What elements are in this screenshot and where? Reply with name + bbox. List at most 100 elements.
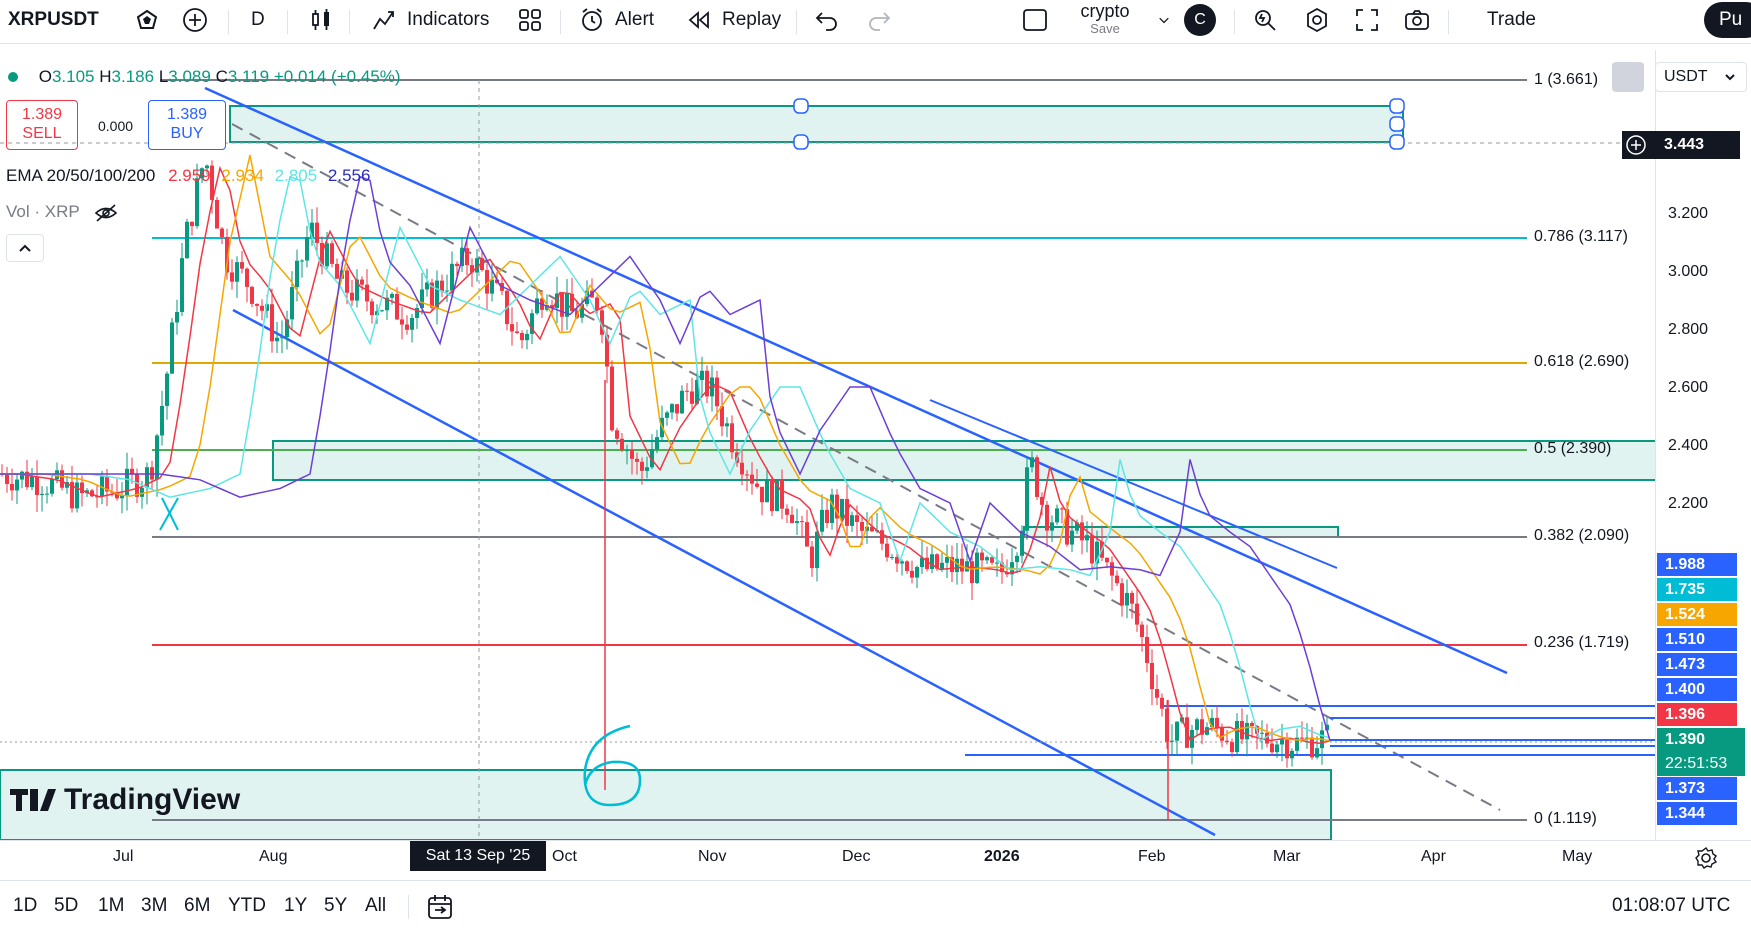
indicators-button[interactable]: Indicators [371,0,489,40]
candle-body [1115,575,1119,584]
candle-body [1110,562,1114,576]
symbol-search[interactable]: XRPUSDT [8,0,99,40]
price-tick: 3.200 [1668,205,1709,222]
avatar[interactable]: C [1184,0,1216,40]
candle-body [755,483,759,487]
price-label: 1.524 [1657,603,1737,626]
candle-body [630,450,634,459]
layout-selector[interactable]: crypto Save [1073,0,1137,40]
crosshair-price-label: 3.443 [1622,131,1740,159]
status-dot [8,72,18,82]
candle-body [280,337,284,339]
candle-body [840,498,844,519]
templates-icon[interactable] [517,0,543,40]
alert-label: Alert [615,9,655,30]
candle-body [1270,743,1274,753]
candle-body [1060,508,1064,510]
layout-icon[interactable] [1022,0,1048,40]
interval-button[interactable]: D [251,0,265,40]
candle-body [1030,457,1034,468]
collapse-legend-button[interactable] [6,234,44,262]
favorite-icon[interactable] [134,0,160,40]
range-3m-button[interactable]: 3M [141,895,167,917]
add-alert-icon[interactable] [1622,131,1650,159]
candle-body [295,260,299,288]
price-label: 1.396 [1657,703,1737,726]
drawing-handle [1389,134,1405,150]
candle-body [665,412,669,418]
candle-body [220,228,224,237]
candles-icon[interactable] [308,0,334,40]
price-tick: 3.000 [1668,263,1709,280]
currency-selector[interactable]: USDT [1655,62,1747,92]
candle-body [1105,557,1109,563]
bar-countdown: 22:51:53 [1665,755,1728,772]
candle-body [490,279,494,294]
quick-search-icon[interactable] [1252,0,1278,40]
buy-label: BUY [170,125,204,142]
snapshot-icon[interactable] [1404,0,1430,40]
publish-button[interactable]: Pu [1704,2,1751,38]
layout-save-label: Save [1090,21,1120,36]
candle-body [760,486,764,503]
candle-body [915,567,919,578]
candle-body [995,562,999,564]
candle-body [640,461,644,471]
candle-body [325,243,329,267]
month-tick: Dec [842,848,871,865]
candle-body [1170,740,1174,742]
buy-button[interactable]: 1.389 BUY [148,100,226,150]
utc-clock[interactable]: 01:08:07 UTC [1612,895,1730,917]
candle-body [790,514,794,523]
candle-body [45,493,49,495]
candle-body [1070,530,1074,545]
go-to-date-icon[interactable] [426,893,454,921]
candle-body [370,301,374,316]
fib-level-0236: 0.236 (1.719) [1534,634,1630,651]
candle-body [960,558,964,572]
range-1y-button[interactable]: 1Y [284,895,307,917]
trade-button[interactable]: Trade [1454,0,1569,40]
candle-body [160,405,164,436]
candle-body [235,262,239,282]
candle-body [1260,732,1264,734]
tradingview-watermark: TradingView [10,783,240,817]
range-1d-button[interactable]: 1D [13,895,37,917]
time-settings-icon[interactable] [1694,846,1718,870]
candle-body [1225,740,1229,743]
sell-button[interactable]: 1.389 SELL [6,100,78,150]
price-chart[interactable] [0,44,1751,844]
replay-button[interactable]: Replay [686,0,781,40]
redo-icon[interactable] [866,0,892,40]
auto-scale-icon[interactable] [1612,62,1644,92]
range-5d-button[interactable]: 5D [54,895,78,917]
range-ytd-button[interactable]: YTD [228,895,266,917]
undo-icon[interactable] [814,0,840,40]
sell-price: 1.389 [21,106,63,123]
fullscreen-icon[interactable] [1354,0,1380,40]
range-all-button[interactable]: All [365,895,386,917]
candle-body [880,530,884,544]
month-tick: Apr [1421,848,1446,865]
candle-body [10,483,14,491]
range-5y-button[interactable]: 5Y [324,895,347,917]
candle-body [1035,457,1039,497]
candle-body [170,322,174,374]
spread-value: 0.000 [98,118,134,134]
volume-legend[interactable]: Vol · XRP [6,202,118,222]
candle-body [770,479,774,512]
candle-body [60,470,64,488]
settings-icon[interactable] [1304,0,1330,40]
range-1m-button[interactable]: 1M [98,895,124,917]
trade-label: Trade [1487,9,1536,30]
candle-body [890,557,894,559]
hidden-eye-icon[interactable] [94,203,118,222]
candle-body [450,263,454,291]
range-6m-button[interactable]: 6M [184,895,210,917]
add-symbol-icon[interactable] [182,0,208,40]
chevron-down-icon[interactable] [1156,0,1172,40]
alert-button[interactable]: Alert [579,0,654,40]
candle-body [1145,636,1149,663]
candle-body [335,263,339,279]
ema-legend[interactable]: EMA 20/50/100/200 2.959 2.934 2.805 2.55… [6,166,370,186]
